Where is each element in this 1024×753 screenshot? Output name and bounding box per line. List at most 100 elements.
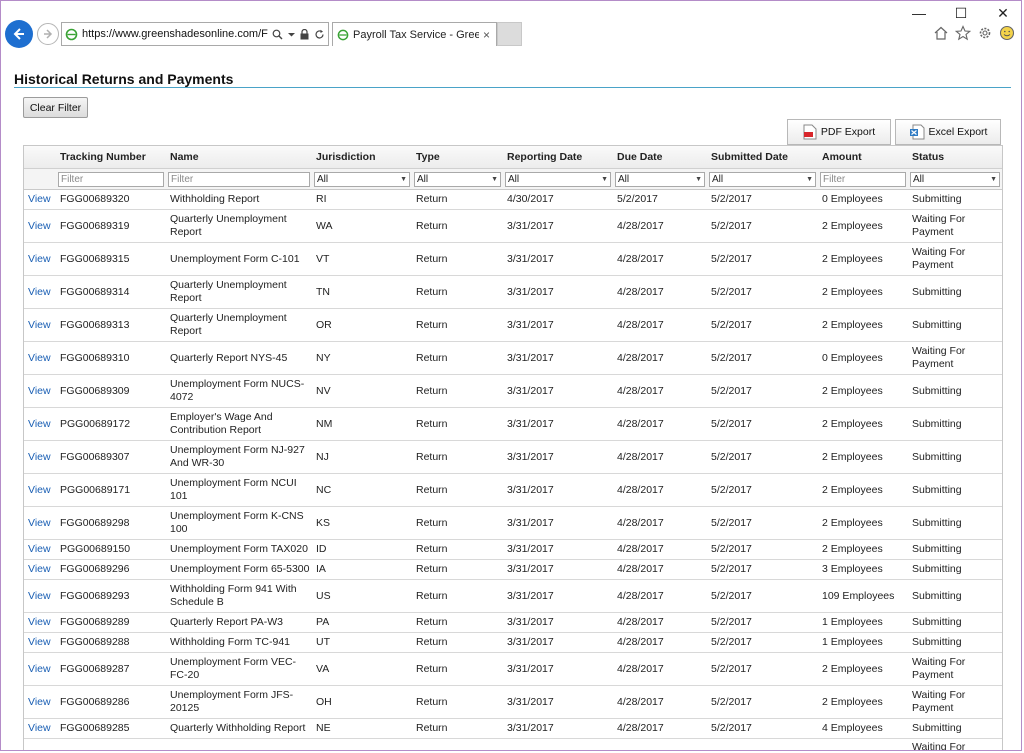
submitted-date-cell: 5/2/2017 (707, 652, 818, 686)
jurisdiction-cell: NC (312, 473, 412, 507)
jurisdiction-filter-select[interactable]: All ▼ (314, 171, 410, 187)
reporting-date-cell: 3/31/2017 (503, 632, 613, 653)
view-link[interactable]: View (24, 632, 56, 653)
home-icon[interactable] (933, 25, 949, 41)
table-row: View FGG00689313 Quarterly Unemployment Re… (24, 308, 1002, 342)
due-date-cell: 4/28/2017 (613, 718, 707, 739)
refresh-icon[interactable] (314, 29, 325, 40)
view-link[interactable]: View (24, 612, 56, 633)
table-row: View FGG00689298 Unemployment Form K-CNS 1… (24, 506, 1002, 540)
view-link[interactable]: View (24, 308, 56, 342)
view-link[interactable]: View (24, 718, 56, 739)
tracking-number-cell: PGG00689150 (56, 539, 166, 560)
url-text: https://www.greenshadesonline.com/FileF (82, 28, 268, 40)
status-cell: Submitting (908, 473, 1002, 507)
view-link[interactable]: View (24, 440, 56, 474)
jurisdiction-cell: NY (312, 341, 412, 375)
clear-filter-button[interactable]: Clear Filter (23, 97, 88, 118)
maximize-button[interactable]: ☐ (951, 5, 971, 22)
submitted-date-cell: 5/2/2017 (707, 341, 818, 375)
amount-cell: 4 Employees (818, 718, 908, 739)
col-header-due-date[interactable]: Due Date (613, 146, 707, 169)
type-cell: Return (412, 341, 503, 375)
view-link[interactable]: View (24, 685, 56, 719)
view-link[interactable]: View (24, 579, 56, 613)
reporting-date-cell: 3/31/2017 (503, 242, 613, 276)
amount-cell: 1 Employees (818, 632, 908, 653)
type-cell: Return (412, 718, 503, 739)
pdf-export-button[interactable]: PDF Export (787, 119, 891, 145)
due-date-filter-select[interactable]: All ▼ (615, 171, 705, 187)
jurisdiction-cell: VA (312, 652, 412, 686)
submitted-date-filter-select[interactable]: All ▼ (709, 171, 816, 187)
col-header-status[interactable]: Status (908, 146, 1002, 169)
dropdown-arrow-icon[interactable] (288, 31, 295, 38)
col-header-jurisdiction[interactable]: Jurisdiction (312, 146, 412, 169)
forward-button[interactable] (37, 23, 59, 45)
gear-icon[interactable] (977, 25, 993, 41)
excel-export-button[interactable]: Excel Export (895, 119, 1001, 145)
view-link[interactable]: View (24, 341, 56, 375)
col-header-reporting-date[interactable]: Reporting Date (503, 146, 613, 169)
back-button[interactable] (5, 20, 33, 48)
chevron-down-icon: ▼ (806, 175, 813, 183)
star-icon[interactable] (955, 25, 971, 41)
type-cell: Return (412, 539, 503, 560)
tab-payroll-tax-service[interactable]: Payroll Tax Service - Greens... × (332, 22, 497, 46)
filter-row: Filter Filter All ▼ All ▼ All ▼ All ▼ All ▼ F… (24, 168, 1002, 190)
smiley-feedback-icon[interactable] (999, 25, 1015, 41)
tracking-number-cell: FGG00689313 (56, 308, 166, 342)
view-link[interactable]: View (24, 559, 56, 580)
view-link[interactable]: View (24, 275, 56, 309)
col-header-tracking-number[interactable]: Tracking Number (56, 146, 166, 169)
type-cell: Return (412, 275, 503, 309)
new-tab-button[interactable] (497, 22, 522, 46)
tracking-number-filter-input[interactable]: Filter (58, 171, 164, 187)
due-date-cell: 4/28/2017 (613, 209, 707, 243)
col-header-submitted-date[interactable]: Submitted Date (707, 146, 818, 169)
view-link[interactable]: View (24, 407, 56, 441)
search-icon[interactable] (272, 29, 283, 40)
name-cell: Quarterly Report PA-W3 (166, 612, 312, 633)
chevron-down-icon: ▼ (601, 175, 608, 183)
lock-icon[interactable] (300, 28, 309, 40)
status-cell: Submitting (908, 308, 1002, 342)
tracking-number-cell: FGG00689314 (56, 275, 166, 309)
name-filter-input[interactable]: Filter (168, 171, 310, 187)
status-cell: Submitting (908, 506, 1002, 540)
returns-grid: Tracking Number Name Jurisdiction Type R… (23, 145, 1003, 750)
view-link[interactable]: View (24, 506, 56, 540)
site-e-icon (337, 29, 349, 40)
col-header-amount[interactable]: Amount (818, 146, 908, 169)
view-link[interactable]: View (24, 374, 56, 408)
name-cell: Quarterly Report NYS-45 (166, 341, 312, 375)
due-date-cell: 4/28/2017 (613, 440, 707, 474)
status-filter-select[interactable]: All ▼ (910, 171, 1000, 187)
tracking-number-cell: FGG00689310 (56, 341, 166, 375)
view-link[interactable]: View (24, 652, 56, 686)
tracking-number-cell: FGG00689309 (56, 374, 166, 408)
table-row: View FGG00689315 Unemployment Form C-101 VT… (24, 242, 1002, 276)
view-link[interactable]: View (24, 539, 56, 560)
close-window-button[interactable]: ✕ (993, 5, 1013, 22)
amount-cell: 2 Employees (818, 242, 908, 276)
tab-close-icon[interactable]: × (483, 28, 490, 42)
view-link[interactable]: View (24, 242, 56, 276)
type-cell: Return (412, 632, 503, 653)
name-cell: Unemployment Form NJ-927 And WR-30 (166, 440, 312, 474)
address-bar[interactable]: https://www.greenshadesonline.com/FileF (61, 22, 329, 46)
jurisdiction-cell: RI (312, 189, 412, 210)
view-link[interactable]: View (24, 209, 56, 243)
reporting-date-filter-select[interactable]: All ▼ (505, 171, 611, 187)
minimize-button[interactable]: — (909, 5, 929, 22)
amount-filter-input[interactable]: Filter (820, 171, 906, 187)
view-link[interactable]: View (24, 473, 56, 507)
type-filter-select[interactable]: All ▼ (414, 171, 501, 187)
col-header-type[interactable]: Type (412, 146, 503, 169)
window-controls: — ☐ ✕ (909, 5, 1013, 22)
arrow-left-icon (13, 28, 24, 40)
submitted-date-cell: 5/2/2017 (707, 407, 818, 441)
view-link[interactable]: View (24, 189, 56, 210)
type-cell: Return (412, 612, 503, 633)
col-header-name[interactable]: Name (166, 146, 312, 169)
